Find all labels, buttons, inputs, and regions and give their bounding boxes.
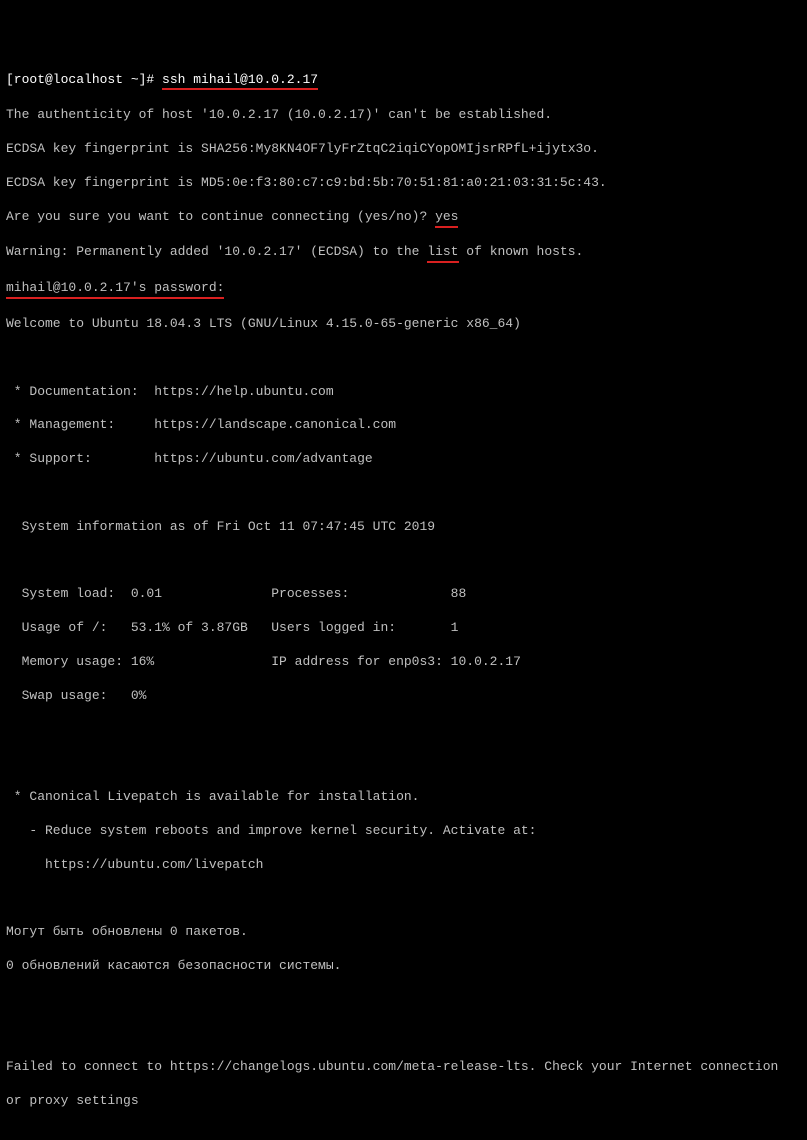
livepatch-line: https://ubuntu.com/livepatch bbox=[6, 857, 801, 874]
terminal-line-prompt: [root@localhost ~]# ssh mihail@10.0.2.17 bbox=[6, 72, 801, 91]
blank-line bbox=[6, 890, 801, 907]
sysinfo-header: System information as of Fri Oct 11 07:4… bbox=[6, 519, 801, 536]
mgmt-line: * Management: https://landscape.canonica… bbox=[6, 417, 801, 434]
fail-line: Failed to connect to https://changelogs.… bbox=[6, 1059, 801, 1076]
livepatch-line: * Canonical Livepatch is available for i… bbox=[6, 789, 801, 806]
ssh-command: ssh mihail@10.0.2.17 bbox=[162, 72, 318, 91]
welcome-line: Welcome to Ubuntu 18.04.3 LTS (GNU/Linux… bbox=[6, 316, 801, 333]
blank-line bbox=[6, 350, 801, 367]
support-line: * Support: https://ubuntu.com/advantage bbox=[6, 451, 801, 468]
terminal-line: ECDSA key fingerprint is SHA256:My8KN4OF… bbox=[6, 141, 801, 158]
shell-prompt: [root@localhost ~]# bbox=[6, 72, 162, 87]
blank-line bbox=[6, 755, 801, 772]
stat-line: Swap usage: 0% bbox=[6, 688, 801, 705]
terminal-line: ECDSA key fingerprint is MD5:0e:f3:80:c7… bbox=[6, 175, 801, 192]
blank-line bbox=[6, 553, 801, 570]
terminal-line: Warning: Permanently added '10.0.2.17' (… bbox=[6, 244, 801, 263]
blank-line bbox=[6, 1025, 801, 1042]
terminal-line: The authenticity of host '10.0.2.17 (10.… bbox=[6, 107, 801, 124]
updates-line: Могут быть обновлены 0 пакетов. bbox=[6, 924, 801, 941]
doc-line: * Documentation: https://help.ubuntu.com bbox=[6, 384, 801, 401]
fail-line: or proxy settings bbox=[6, 1093, 801, 1110]
terminal-line: Are you sure you want to continue connec… bbox=[6, 209, 801, 228]
blank-line bbox=[6, 485, 801, 502]
yes-answer: yes bbox=[435, 209, 458, 228]
stat-line: Usage of /: 53.1% of 3.87GB Users logged… bbox=[6, 620, 801, 637]
stat-line: System load: 0.01 Processes: 88 bbox=[6, 586, 801, 603]
stat-line: Memory usage: 16% IP address for enp0s3:… bbox=[6, 654, 801, 671]
livepatch-line: - Reduce system reboots and improve kern… bbox=[6, 823, 801, 840]
blank-line bbox=[6, 1127, 801, 1140]
password-prompt-line: mihail@10.0.2.17's password: bbox=[6, 280, 801, 299]
updates-line: 0 обновлений касаются безопасности систе… bbox=[6, 958, 801, 975]
blank-line bbox=[6, 721, 801, 738]
blank-line bbox=[6, 992, 801, 1009]
